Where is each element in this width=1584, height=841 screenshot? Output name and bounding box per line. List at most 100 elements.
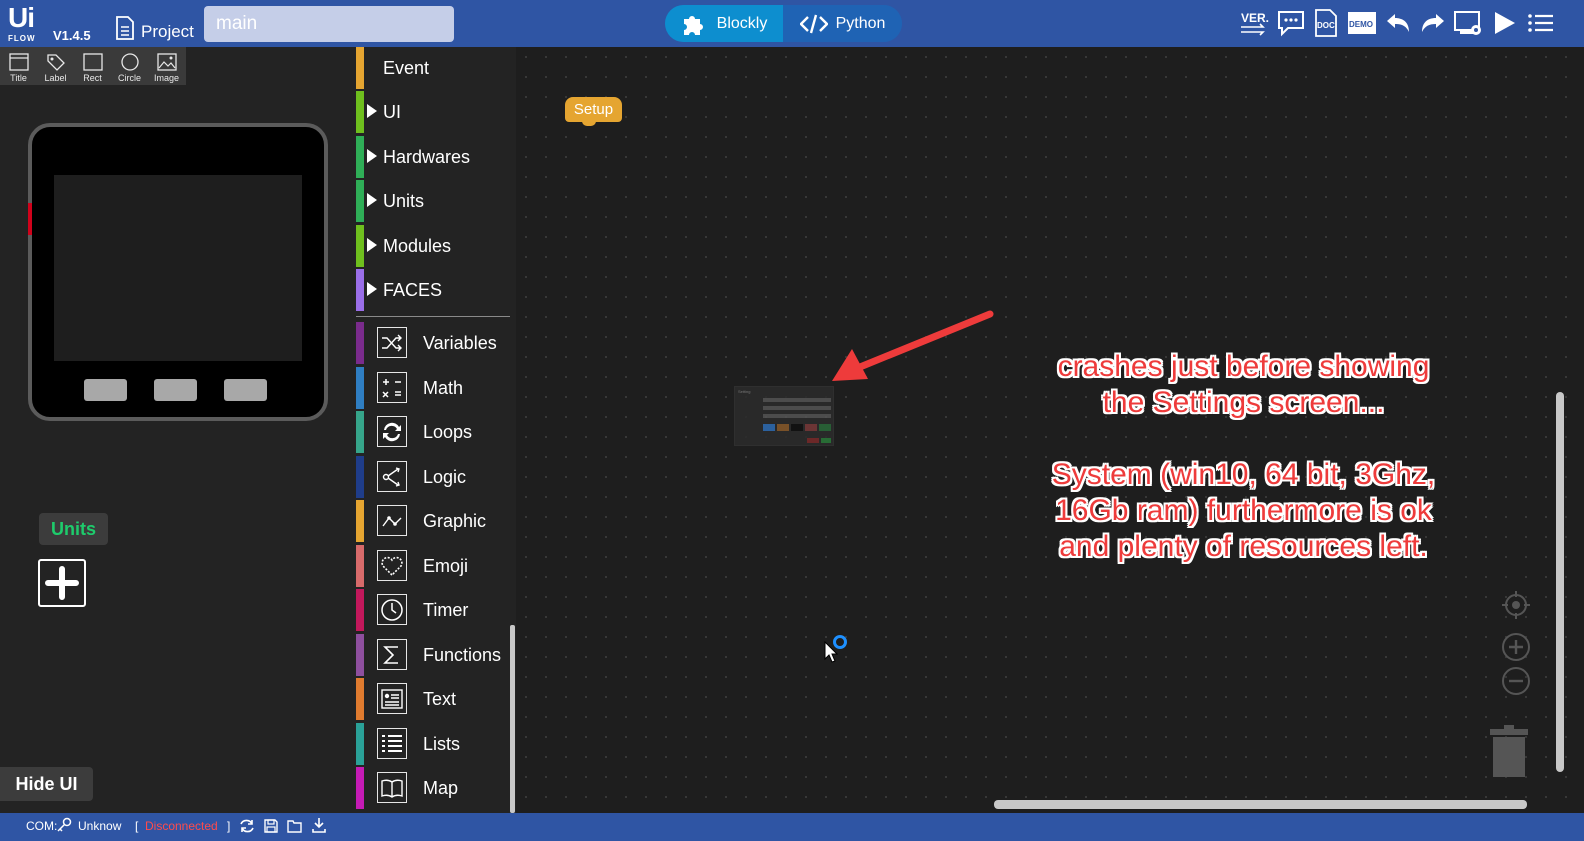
python-label: Python	[835, 14, 886, 32]
plus-icon	[45, 566, 79, 600]
tag-icon	[46, 54, 65, 71]
com-port-value[interactable]: Unknow	[78, 819, 121, 833]
download-icon[interactable]	[311, 817, 327, 833]
mini-settings-title: Setting	[738, 389, 751, 394]
image-tool[interactable]: Image	[148, 47, 185, 85]
refresh-icon[interactable]	[239, 818, 255, 834]
workspace-vertical-scrollbar[interactable]	[1556, 392, 1564, 772]
clock-icon	[377, 594, 407, 625]
title-tool[interactable]: Title	[0, 47, 37, 85]
toolbox-category-lists[interactable]: Lists	[356, 723, 510, 765]
com-label: COM:	[26, 819, 58, 833]
annotation-text: crashes just before showing the Settings…	[1051, 350, 1436, 563]
recenter-icon[interactable]	[1501, 590, 1531, 620]
blockly-label: Blockly	[716, 14, 768, 32]
toolbox-category-emoji[interactable]: Emoji	[356, 545, 510, 587]
toolbox-scrollbar[interactable]	[510, 625, 515, 813]
category-label: Timer	[423, 599, 469, 620]
expand-arrow-icon	[367, 282, 377, 296]
toolbox-category-map[interactable]: Map	[356, 767, 510, 809]
toolbox-category-ui[interactable]: UI	[356, 91, 510, 133]
category-color-bar	[356, 91, 364, 133]
category-label: Math	[423, 377, 464, 398]
version-icon[interactable]: VER.	[1239, 8, 1269, 38]
toolbox-category-hardwares[interactable]: Hardwares	[356, 136, 510, 178]
title-tool-label: Title	[10, 73, 27, 83]
key-icon	[57, 817, 72, 832]
image-icon	[156, 53, 177, 71]
workspace-horizontal-scrollbar[interactable]	[994, 800, 1527, 809]
undo-icon[interactable]	[1383, 8, 1413, 38]
toolbox-category-units[interactable]: Units	[356, 180, 510, 222]
category-color-bar	[356, 545, 364, 587]
mini-settings-row	[763, 414, 831, 418]
circle-icon	[120, 53, 139, 71]
doc-icon[interactable]: DOC	[1311, 8, 1341, 38]
loop-icon	[377, 416, 407, 447]
blockly-mode-button[interactable]: Blockly	[665, 5, 783, 42]
mini-settings-row	[763, 406, 831, 410]
mini-settings-row	[763, 398, 831, 402]
toolbox-category-loops[interactable]: Loops	[356, 411, 510, 453]
device-button-c	[224, 379, 267, 401]
mini-color-swatch	[777, 424, 789, 431]
toolbox-category-timer[interactable]: Timer	[356, 589, 510, 631]
toolbox-category-math[interactable]: Math	[356, 367, 510, 409]
device-button-a	[84, 379, 127, 401]
zoom-out-icon[interactable]	[1501, 666, 1531, 696]
hide-ui-button[interactable]: Hide UI	[0, 767, 93, 801]
device-settings-icon[interactable]	[1453, 8, 1483, 38]
category-label: Event	[383, 57, 430, 78]
device-screen-canvas[interactable]	[54, 175, 302, 361]
feedback-icon[interactable]	[1276, 8, 1306, 38]
file-name-input[interactable]	[204, 6, 454, 42]
toolbox-category-logic[interactable]: Logic	[356, 456, 510, 498]
mini-ok-button	[821, 438, 831, 443]
toolbox-category-event[interactable]: Event	[356, 47, 510, 89]
circle-tool[interactable]: Circle	[111, 47, 148, 85]
redo-icon[interactable]	[1418, 8, 1448, 38]
expand-arrow-icon	[367, 104, 377, 118]
file-icon	[116, 16, 134, 40]
category-label: FACES	[383, 279, 443, 300]
run-icon[interactable]	[1490, 8, 1520, 38]
trash-icon[interactable]	[1489, 723, 1529, 779]
block-toolbox: Event UI Hardwares Units Modules FACES V…	[356, 47, 516, 813]
open-folder-icon[interactable]	[287, 818, 303, 834]
device-power-indicator	[28, 203, 32, 235]
expand-arrow-icon	[367, 238, 377, 252]
toolbox-category-faces[interactable]: FACES	[356, 269, 510, 311]
blockly-workspace[interactable]: Setup Setting crashes just before showin…	[516, 47, 1584, 813]
category-label: Variables	[423, 332, 497, 353]
category-color-bar	[356, 322, 364, 364]
logo-subtext: FLOW	[8, 34, 36, 43]
toolbox-category-variables[interactable]: Variables	[356, 322, 510, 364]
category-color-bar	[356, 411, 364, 453]
toolbox-category-modules[interactable]: Modules	[356, 225, 510, 267]
project-button[interactable]: Project	[115, 12, 194, 42]
label-tool-label: Label	[44, 73, 67, 83]
expand-arrow-icon	[367, 149, 377, 163]
demo-icon[interactable]: DEMO	[1347, 8, 1377, 38]
category-label: Loops	[423, 421, 473, 442]
device-button-b	[154, 379, 197, 401]
setup-block[interactable]: Setup	[565, 97, 622, 122]
add-unit-button[interactable]	[38, 559, 86, 607]
label-tool[interactable]: Label	[37, 47, 74, 85]
puzzle-icon	[683, 15, 703, 35]
toolbox-category-graphic[interactable]: Graphic	[356, 500, 510, 542]
python-mode-button[interactable]: Python	[783, 5, 902, 42]
zoom-in-icon[interactable]	[1501, 632, 1531, 662]
image-tool-label: Image	[153, 73, 179, 83]
mini-color-swatch	[819, 424, 831, 431]
category-color-bar	[356, 723, 364, 765]
rect-tool[interactable]: Rect	[74, 47, 111, 85]
toolbox-category-functions[interactable]: Functions	[356, 634, 510, 676]
ui-designer-panel: Title Label Rect Circle Image Units Hide…	[0, 47, 356, 813]
category-label: Hardwares	[383, 146, 471, 167]
settings-dialog-thumbnail: Setting	[734, 386, 834, 446]
menu-icon[interactable]	[1526, 8, 1556, 38]
toolbox-category-text[interactable]: Text	[356, 678, 510, 720]
category-color-bar	[356, 367, 364, 409]
save-icon[interactable]	[263, 818, 279, 834]
